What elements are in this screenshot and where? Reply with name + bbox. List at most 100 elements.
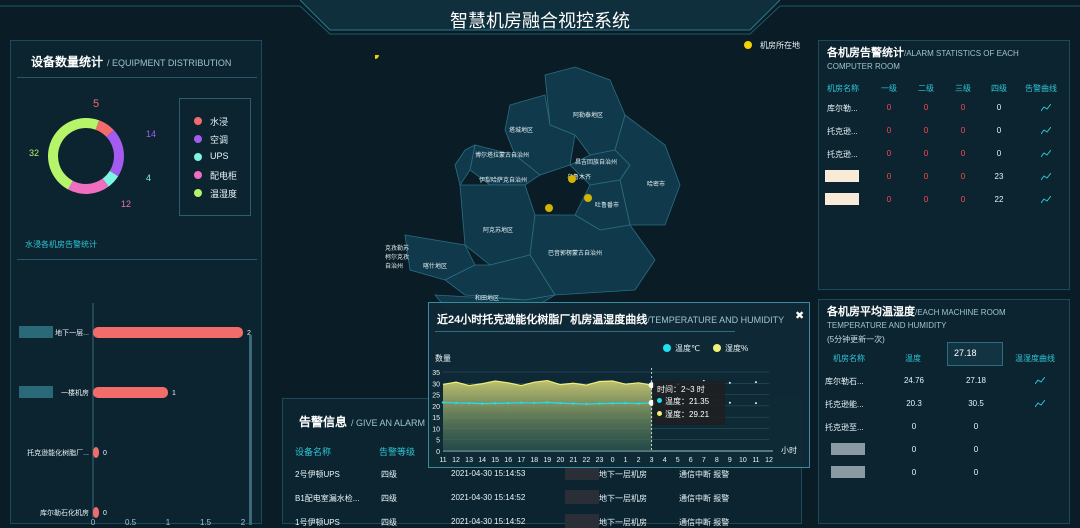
x-tick: 10	[739, 457, 747, 464]
temperature-point[interactable]	[637, 402, 640, 405]
temperature-point[interactable]	[546, 401, 549, 404]
bar[interactable]	[93, 507, 99, 518]
temperature-point[interactable]	[480, 402, 484, 405]
alarm-status[interactable]: 通信中断 报警	[679, 517, 729, 528]
alarm-time: 2021-04-30 15:14:53	[451, 469, 526, 478]
alarm-stats-title: 各机房告警统计/ALARM STATISTICS OF EACH COMPUTE…	[827, 47, 1019, 71]
map-region: 昌吉回族自治州	[575, 160, 618, 166]
col-header: 机房名称	[827, 84, 859, 93]
alarm-status[interactable]: 通信中断 报警	[679, 493, 729, 504]
alarm-count: 0	[886, 195, 892, 204]
legend-cabinet: 配电柜	[210, 171, 238, 181]
col-header: 二级	[918, 84, 934, 93]
temperature-point[interactable]	[441, 401, 445, 404]
x-tick: 0	[611, 457, 615, 464]
map-region: 喀什地区	[423, 264, 448, 270]
bar-category-label: 库尔勒石化机房	[40, 508, 89, 517]
legend-label: 温度℃	[675, 343, 700, 353]
room-name-block	[831, 466, 865, 478]
x-tick: 20	[556, 457, 564, 464]
temperature-point[interactable]	[572, 402, 575, 405]
temperature-point[interactable]	[611, 402, 614, 405]
trend-chart-icon[interactable]	[1041, 196, 1051, 204]
tooltip-temp-dot	[657, 398, 662, 403]
alarm-count: 0	[960, 103, 966, 112]
donut-label-water: 5	[93, 98, 100, 110]
temperature-point[interactable]	[598, 402, 601, 405]
map-marker[interactable]	[545, 204, 553, 212]
trend-chart-icon[interactable]	[1035, 377, 1045, 385]
temperature-point[interactable]	[533, 401, 536, 405]
temperature-point[interactable]	[507, 401, 510, 405]
legend-water: 水浸	[210, 117, 229, 127]
alarm-status[interactable]: 通信中断 报警	[679, 469, 729, 480]
x-axis-label: 小时	[781, 445, 797, 455]
humidity-area	[443, 380, 652, 451]
temperature-point[interactable]	[624, 401, 627, 405]
trend-chart-icon[interactable]	[1041, 104, 1051, 112]
alarm-count: 0	[923, 103, 929, 112]
humidity-value: 0	[973, 445, 979, 454]
temperature-point[interactable]	[454, 401, 458, 405]
trend-chart-icon[interactable]	[1041, 173, 1051, 181]
donut-label-temp: 32	[29, 148, 40, 158]
col-header: 三级	[955, 84, 971, 93]
x-tick: 2	[637, 457, 641, 464]
legend-dot-ups	[194, 153, 202, 161]
temperature-value: 0	[911, 422, 917, 431]
y-tick: 0	[436, 449, 440, 456]
x-tick: 14	[478, 457, 486, 464]
temperature-point[interactable]	[585, 402, 588, 406]
bar[interactable]	[93, 387, 168, 398]
close-icon[interactable]: ✖	[795, 309, 804, 322]
map-area: 机房所在地 阿勒泰地区 塔城地区 博尔塔拉蒙古自治州 昌吉回族自治州 伊犁哈萨克…	[375, 41, 800, 315]
trend-chart-icon[interactable]	[1035, 400, 1045, 408]
trend-chart-icon[interactable]	[1041, 127, 1051, 135]
temperature-value: 20.3	[906, 399, 922, 408]
value-popup: 27.18	[947, 342, 1003, 366]
temperature-point[interactable]	[493, 402, 497, 405]
map-marker[interactable]	[568, 175, 576, 183]
alarm-location: 地下一层机房	[599, 470, 647, 479]
temp-humidity-popup: 近24小时托克逊能化树脂厂机房温湿度曲线/TEMPERATURE AND HUM…	[428, 302, 810, 468]
bar-label-bg	[19, 326, 53, 338]
map-marker[interactable]	[584, 194, 592, 202]
donut-label-ups: 4	[146, 173, 152, 183]
x-tick: 23	[596, 457, 604, 464]
bar-value-label: 0	[103, 450, 107, 457]
donut-label-cabinet: 12	[121, 199, 132, 209]
col-header: 机房名称	[833, 354, 865, 363]
col-header: 告警曲线	[1025, 84, 1057, 93]
temperature-point[interactable]	[728, 401, 731, 404]
tooltip-time: 时间：2~3 时	[657, 385, 705, 394]
x-tick: 13	[465, 457, 473, 464]
x-tick: 9	[728, 457, 732, 464]
map-region: 阿勒泰地区	[573, 113, 604, 119]
donut-slice-ac	[106, 130, 125, 177]
map-region: 吐鲁番市	[595, 203, 620, 209]
humidity-value: 27.18	[965, 376, 987, 385]
scrollbar[interactable]	[249, 335, 252, 525]
trend-chart-icon[interactable]	[1041, 150, 1051, 158]
bar[interactable]	[93, 327, 243, 338]
humidity-point[interactable]	[754, 381, 757, 384]
legend-dot-ac	[194, 135, 202, 143]
x-tick: 21	[570, 457, 578, 464]
temperature-point[interactable]	[559, 401, 562, 405]
x-tick: 5	[676, 457, 680, 464]
alarm-count: 0	[960, 149, 966, 158]
room-name: 库尔勒石...	[825, 377, 864, 386]
chart-tooltip: 时间：2~3 时 温度：21.35 湿度：29.21	[653, 381, 725, 425]
water-chart-title: 水浸各机房告警统计	[25, 240, 97, 249]
temperature-point[interactable]	[754, 402, 757, 405]
col-header: 四级	[991, 84, 1007, 93]
temperature-point[interactable]	[520, 401, 523, 404]
bar[interactable]	[93, 447, 99, 458]
legend-dot	[663, 344, 671, 352]
alarm-level: 四级	[381, 518, 397, 527]
humidity-point[interactable]	[728, 381, 731, 384]
room-name: 库尔勒...	[827, 104, 858, 113]
col-header: 设备名称	[295, 447, 332, 457]
temperature-point[interactable]	[467, 401, 471, 405]
tooltip-temp: 温度：21.35	[665, 397, 710, 406]
